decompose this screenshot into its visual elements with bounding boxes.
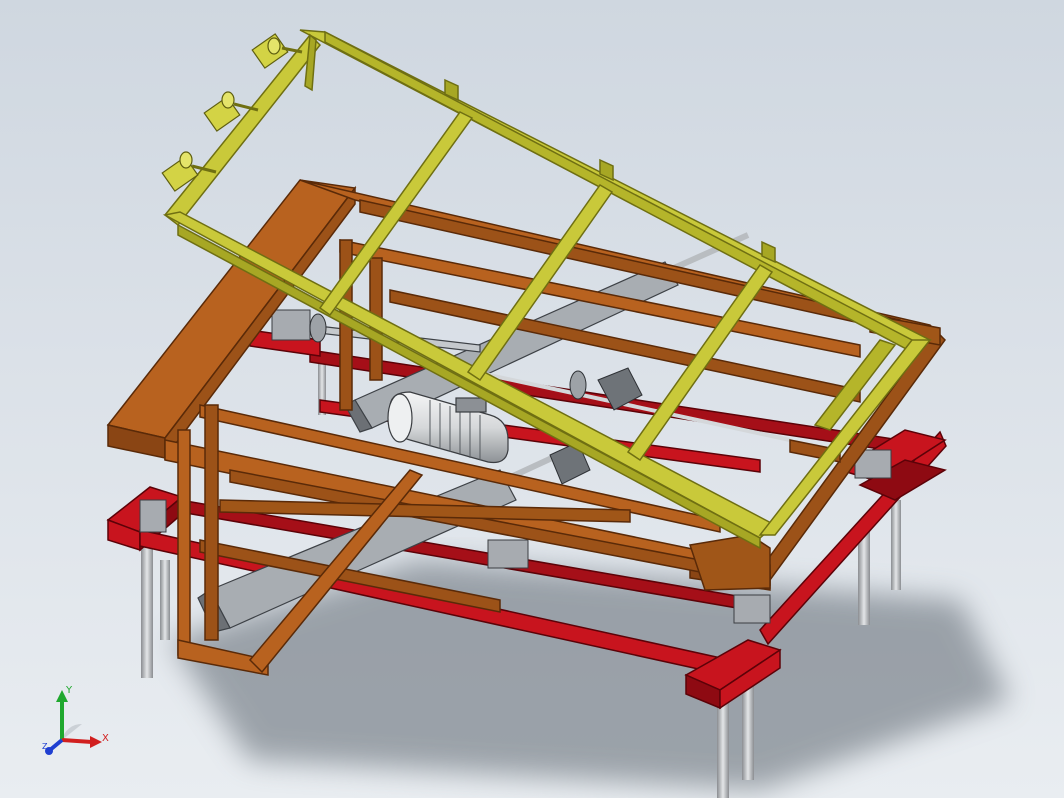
leg-front-left xyxy=(141,540,153,678)
triad-graphic xyxy=(45,690,102,755)
leg-front-right-b xyxy=(742,680,754,780)
y-axis-label: Y xyxy=(66,685,73,696)
z-axis-label: Z xyxy=(42,742,48,751)
leg-back-right-a xyxy=(858,530,870,625)
bearing-block xyxy=(733,594,771,624)
tilting-table-assembly-model[interactable] xyxy=(0,0,1064,798)
x-axis-arrow xyxy=(61,738,93,744)
x-axis-label: X xyxy=(102,733,109,744)
coordinate-triad: Y X Z xyxy=(38,680,118,770)
cad-viewport[interactable]: Y X Z xyxy=(0,0,1064,798)
clamp-cylinders xyxy=(161,33,303,192)
bearing-block xyxy=(139,499,167,533)
bearing-block xyxy=(271,309,311,341)
leg-front-left-b xyxy=(160,560,170,640)
bearing-block xyxy=(487,539,529,569)
leg-back-right-b xyxy=(891,500,901,590)
